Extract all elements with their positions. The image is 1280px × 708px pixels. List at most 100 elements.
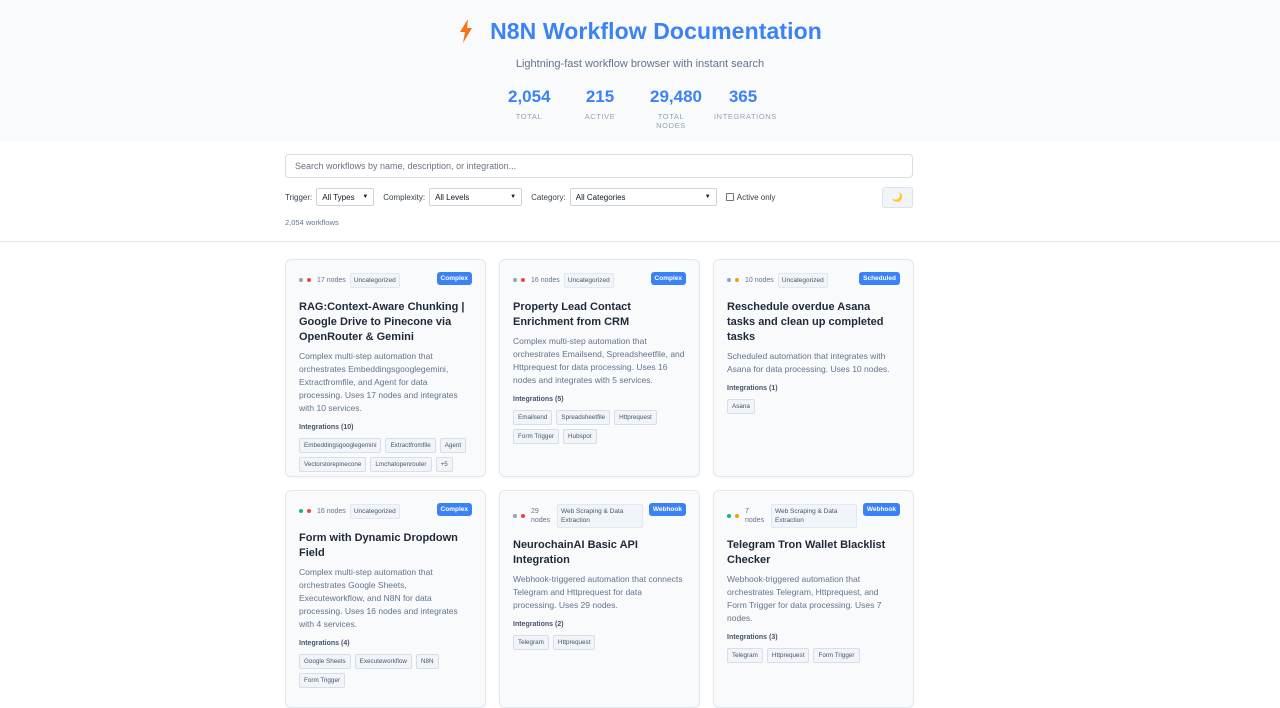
integrations-label: Integrations (1) (727, 385, 778, 392)
trigger-badge: Webhook (862, 503, 900, 516)
integration-tag: Agent (439, 438, 467, 453)
filters-row: Trigger: All Types ▼ Complexity: All Leve… (285, 188, 775, 206)
category-tag: Uncategorized (563, 272, 614, 288)
workflow-card[interactable]: 7 nodes Web Scraping & Data Extraction W… (713, 490, 914, 708)
workflow-description: Webhook-triggered automation that connec… (513, 574, 683, 610)
complexity-dot (307, 509, 311, 513)
integration-tag: Form Trigger (513, 429, 560, 444)
active-only-checkbox[interactable] (725, 193, 734, 201)
complexity-dot (521, 278, 525, 282)
complexity-dot (521, 514, 525, 518)
integration-tag: Vectorstorepinecone (299, 457, 367, 472)
integration-tag: Executeworkflow (354, 654, 412, 669)
integration-tag: Httprequest (614, 410, 657, 425)
trigger-select[interactable]: All Types ▼ (316, 188, 375, 206)
workflow-card[interactable]: 17 nodes Uncategorized Complex RAG:Conte… (285, 259, 486, 477)
stat-total-nodes: 29,480 TOTAL NODES (650, 87, 702, 130)
status-dot (513, 278, 517, 282)
active-only-label: Active only (736, 192, 776, 202)
workflow-title[interactable]: NeurochainAI Basic API Integration (513, 538, 686, 568)
chevron-down-icon: ▼ (704, 194, 711, 200)
category-select[interactable]: All Categories ▼ (569, 188, 717, 206)
workflow-description: Complex multi-step automation that orche… (299, 567, 458, 629)
workflow-description: Webhook-triggered automation that orches… (727, 574, 882, 623)
trigger-badge: Complex (436, 503, 472, 516)
integration-tag: N8N (415, 654, 439, 669)
integration-tag: Emailsend (513, 410, 553, 425)
integration-tag: Httprequest (766, 648, 810, 663)
status-dot (513, 514, 517, 518)
integrations-label: Integrations (3) (727, 634, 778, 641)
workflow-card[interactable]: 16 nodes Uncategorized Complex Property … (499, 259, 700, 477)
complexity-dot (735, 514, 739, 518)
complexity-dot (735, 278, 739, 282)
workflow-card[interactable]: 16 nodes Uncategorized Complex Form with… (285, 490, 486, 708)
stat-integrations: 365 INTEGRATIONS (714, 87, 777, 121)
category-tag: Web Scraping & Data Extraction (557, 504, 643, 528)
category-label: Category: (531, 192, 566, 202)
node-count: 16 nodes (531, 276, 560, 284)
node-count: 16 nodes (317, 507, 346, 515)
integration-tag: Extractfromfile (385, 438, 436, 453)
integration-tag-more: +5 (435, 457, 453, 472)
integrations-label: Integrations (10) (299, 424, 354, 431)
node-count: 10 nodes (745, 276, 774, 284)
theme-toggle-button[interactable]: 🌙 (882, 187, 913, 208)
integration-tags: Telegram Httprequest (513, 635, 686, 650)
integrations-label: Integrations (4) (299, 640, 350, 647)
workflow-title[interactable]: Reschedule overdue Asana tasks and clean… (727, 300, 900, 345)
page-header: N8N Workflow Documentation Lightning-fas… (0, 0, 1280, 141)
workflow-title[interactable]: Telegram Tron Wallet Blacklist Checker (727, 538, 900, 568)
search-input[interactable] (285, 154, 913, 178)
workflow-card[interactable]: 29 nodes Web Scraping & Data Extraction … (499, 490, 700, 708)
integration-tags: Telegram Httprequest Form Trigger (727, 648, 900, 663)
workflow-count: 2,054 workflows (285, 218, 339, 227)
integration-tags: Asana (727, 399, 900, 414)
complexity-select[interactable]: All Levels ▼ (429, 188, 523, 206)
integration-tag: Telegram (727, 648, 763, 663)
chevron-down-icon: ▼ (362, 194, 369, 200)
node-count: 17 nodes (317, 276, 346, 284)
lightning-bolt-icon (460, 19, 473, 43)
complexity-dot (307, 278, 311, 282)
category-tag: Web Scraping & Data Extraction (771, 504, 857, 528)
workflow-title[interactable]: RAG:Context-Aware Chunking | Google Driv… (299, 300, 472, 345)
chevron-down-icon: ▼ (510, 194, 517, 200)
workflow-title[interactable]: Form with Dynamic Dropdown Field (299, 531, 472, 561)
workflow-card[interactable]: 10 nodes Uncategorized Scheduled Resched… (713, 259, 914, 477)
controls-panel: Trigger: All Types▼ Complexity: All Leve… (0, 141, 1280, 242)
workflow-title[interactable]: Property Lead Contact Enrichment from CR… (513, 300, 686, 330)
trigger-badge: Scheduled (859, 272, 900, 285)
integration-tag: Spreadsheetfile (556, 410, 611, 425)
trigger-label: Trigger: (285, 192, 313, 202)
trigger-badge: Webhook (648, 503, 686, 516)
complexity-label: Complexity: (383, 192, 426, 202)
integration-tag: Httprequest (552, 635, 596, 650)
page-subtitle: Lightning-fast workflow browser with ins… (515, 58, 765, 70)
integration-tags: Google Sheets Executeworkflow N8N Form T… (299, 654, 472, 688)
stat-total: 2,054 TOTAL (508, 87, 551, 121)
integration-tag: Hubspot (563, 429, 597, 444)
moon-icon: 🌙 (891, 192, 904, 202)
integration-tags: Embeddingsgooglegemini Extractfromfile A… (299, 438, 472, 472)
integration-tag: Form Trigger (813, 648, 860, 663)
integration-tags: Emailsend Spreadsheetfile Httprequest Fo… (513, 410, 686, 444)
integration-tag: Asana (727, 399, 755, 414)
node-count: 7 nodes (745, 508, 765, 524)
category-tag: Uncategorized (777, 272, 828, 288)
integration-tag: Form Trigger (299, 673, 346, 688)
page-title: N8N Workflow Documentation (490, 17, 822, 44)
category-tag: Uncategorized (349, 503, 400, 519)
workflow-description: Complex multi-step automation that orche… (513, 336, 685, 385)
category-tag: Uncategorized (349, 272, 400, 288)
integration-tag: Google Sheets (299, 654, 351, 669)
integrations-label: Integrations (5) (513, 396, 564, 403)
workflow-description: Complex multi-step automation that orche… (299, 351, 458, 413)
workflow-grid: 17 nodes Uncategorized Complex RAG:Conte… (285, 259, 914, 708)
trigger-badge: Complex (436, 272, 472, 285)
status-dot (299, 278, 303, 282)
integration-tag: Embeddingsgooglegemini (299, 438, 382, 453)
integrations-label: Integrations (2) (513, 621, 564, 628)
node-count: 29 nodes (531, 508, 551, 524)
workflow-description: Scheduled automation that integrates wit… (727, 351, 890, 374)
